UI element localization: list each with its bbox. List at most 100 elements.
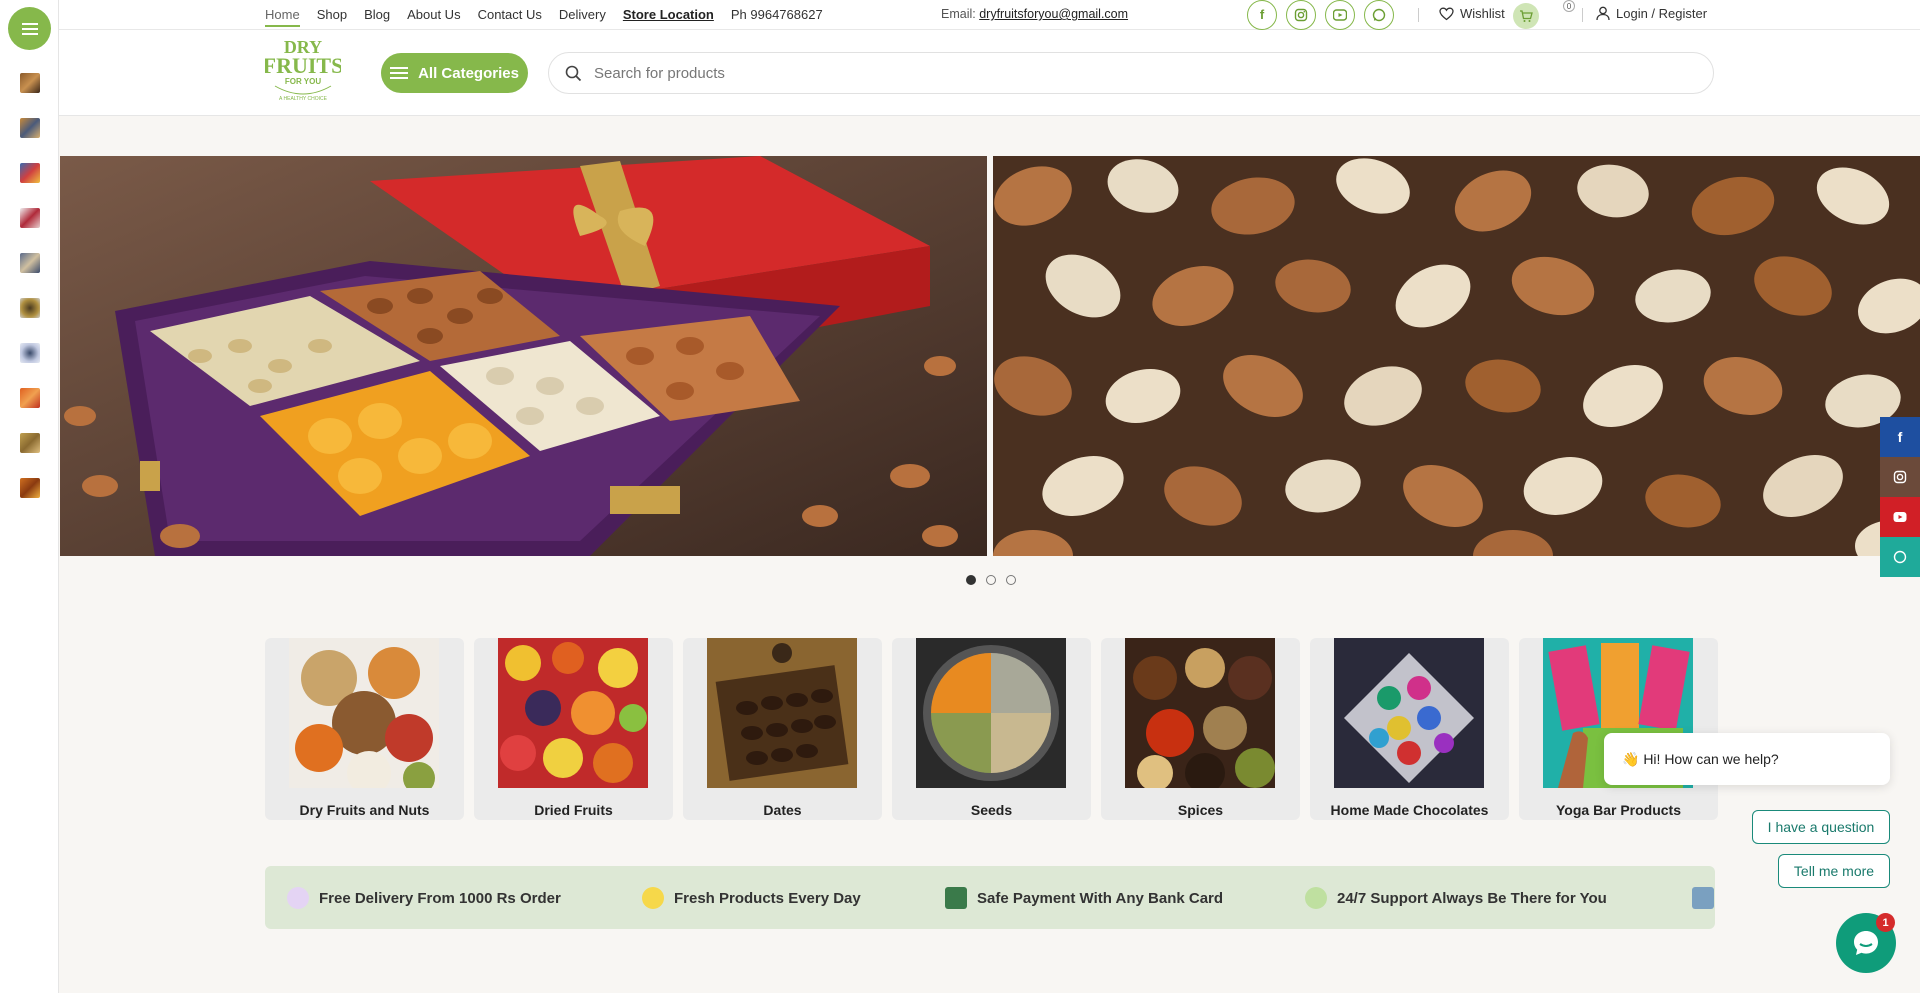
sidebar-thumb-10[interactable]: [20, 478, 40, 498]
feature-label: Free Delivery From 1000 Rs Order: [319, 889, 561, 907]
category-card-dates[interactable]: Dates: [683, 638, 882, 820]
category-image: [916, 638, 1066, 788]
category-label: Dates: [763, 802, 802, 818]
login-register-link[interactable]: Login / Register: [1596, 6, 1707, 21]
site-logo[interactable]: DRY FRUITS FOR YOU A HEALTHY CHOICE: [263, 34, 344, 114]
all-categories-label: All Categories: [418, 64, 519, 82]
facebook-icon[interactable]: f: [1247, 0, 1277, 30]
wishlist-label: Wishlist: [1460, 6, 1505, 21]
feature-label: Fresh Products Every Day: [674, 889, 861, 907]
cart-icon[interactable]: [1513, 3, 1539, 29]
category-image: [707, 638, 857, 788]
feature-safe-payment: Safe Payment With Any Bank Card: [945, 887, 1223, 909]
nav-store-location[interactable]: Store Location: [623, 0, 714, 29]
hero-slide-gift-box[interactable]: [60, 156, 987, 556]
top-bar: Home Shop Blog About Us Contact Us Deliv…: [59, 0, 1920, 30]
wishlist-link[interactable]: Wishlist: [1439, 6, 1505, 21]
features-strip: Free Delivery From 1000 Rs Order Fresh P…: [265, 866, 1715, 929]
login-label: Login / Register: [1616, 6, 1708, 21]
float-youtube-icon[interactable]: [1880, 497, 1920, 537]
logo-text-fruits: FRUITS: [265, 53, 341, 78]
nav-about-us[interactable]: About Us: [407, 0, 460, 29]
nav-contact-us[interactable]: Contact Us: [478, 0, 542, 29]
social-links: f: [1247, 0, 1394, 30]
search-icon: [565, 65, 582, 81]
phone-number: Ph 9964768627: [730, 7, 823, 22]
category-card-seeds[interactable]: Seeds: [892, 638, 1091, 820]
category-image: [498, 638, 648, 788]
email-link[interactable]: dryfruitsforyou@gmail.com: [979, 7, 1128, 21]
chat-notification-badge: 1: [1876, 913, 1895, 932]
sidebar-thumb-8[interactable]: [20, 388, 40, 408]
youtube-icon[interactable]: [1325, 0, 1355, 30]
email-label: Email:: [941, 7, 980, 21]
nav-blog[interactable]: Blog: [364, 0, 390, 29]
category-card-yoga-bar-products[interactable]: Yoga Bar Products: [1519, 638, 1718, 820]
heart-icon: [1439, 7, 1454, 20]
slider-dot-2[interactable]: [986, 575, 996, 585]
all-categories-button[interactable]: All Categories: [381, 53, 528, 93]
email-contact: Email: dryfruitsforyou@gmail.com: [941, 7, 1128, 21]
category-list: Dry Fruits and Nuts Dried Fruits Dates S…: [265, 638, 1718, 820]
user-icon: [1596, 6, 1610, 21]
logo-text-for-you: FOR YOU: [285, 77, 322, 86]
feature-support: 24/7 Support Always Be There for You: [1305, 887, 1607, 909]
feature-partial: [1692, 887, 1714, 909]
category-image: [289, 638, 439, 788]
category-card-dry-fruits-and-nuts[interactable]: Dry Fruits and Nuts: [265, 638, 464, 820]
nav-shop[interactable]: Shop: [317, 0, 347, 29]
category-label: Yoga Bar Products: [1556, 802, 1681, 818]
whatsapp-icon[interactable]: [1364, 0, 1394, 30]
search-input[interactable]: [594, 64, 1594, 82]
category-image: [1125, 638, 1275, 788]
chat-greeting-bubble: 👋 Hi! How can we help?: [1604, 733, 1890, 785]
float-whatsapp-icon[interactable]: [1880, 537, 1920, 577]
sidebar-thumb-7[interactable]: [20, 343, 40, 363]
hero-slide-mixed-nuts[interactable]: [993, 156, 1920, 556]
divider: [1582, 8, 1583, 22]
category-card-spices[interactable]: Spices: [1101, 638, 1300, 820]
support-icon: [1305, 887, 1327, 909]
feature-free-delivery: Free Delivery From 1000 Rs Order: [287, 887, 561, 909]
float-instagram-icon[interactable]: [1880, 457, 1920, 497]
slider-dot-3[interactable]: [1006, 575, 1016, 585]
slider-dot-1[interactable]: [966, 575, 976, 585]
sidebar-thumb-5[interactable]: [20, 253, 40, 273]
hamburger-icon: [21, 22, 38, 35]
site-header: DRY FRUITS FOR YOU A HEALTHY CHOICE All …: [59, 30, 1920, 116]
category-label: Dried Fruits: [534, 802, 613, 818]
feature-fresh-products: Fresh Products Every Day: [642, 887, 861, 909]
cart-count-badge: 0: [1563, 0, 1575, 12]
top-navigation: Home Shop Blog About Us Contact Us Deliv…: [265, 0, 823, 29]
chat-option-tell-more[interactable]: Tell me more: [1778, 854, 1890, 888]
sidebar-thumb-1[interactable]: [20, 73, 40, 93]
search-bar: [548, 52, 1714, 94]
list-icon: [390, 66, 409, 80]
delivery-icon: [287, 887, 309, 909]
category-card-home-made-chocolates[interactable]: Home Made Chocolates: [1310, 638, 1509, 820]
slider-dots: [966, 575, 1016, 585]
chat-icon: [1854, 931, 1878, 955]
nav-delivery[interactable]: Delivery: [559, 0, 606, 29]
instagram-icon[interactable]: [1286, 0, 1316, 30]
sidebar-thumb-2[interactable]: [20, 118, 40, 138]
category-label: Home Made Chocolates: [1330, 802, 1489, 818]
category-image: [1334, 638, 1484, 788]
sidebar-thumb-4[interactable]: [20, 208, 40, 228]
feature-label: Safe Payment With Any Bank Card: [977, 889, 1224, 907]
card-icon: [945, 887, 967, 909]
float-facebook-icon[interactable]: f: [1880, 417, 1920, 457]
nav-home[interactable]: Home: [265, 0, 300, 29]
divider: [1418, 8, 1419, 22]
chat-option-question[interactable]: I have a question: [1752, 810, 1890, 844]
category-label: Dry Fruits and Nuts: [299, 802, 430, 818]
category-card-dried-fruits[interactable]: Dried Fruits: [474, 638, 673, 820]
sidebar-thumb-6[interactable]: [20, 298, 40, 318]
fresh-icon: [642, 887, 664, 909]
category-label: Seeds: [970, 802, 1013, 818]
left-sidebar: [0, 0, 59, 993]
sidebar-thumb-3[interactable]: [20, 163, 40, 183]
calendar-icon: [1692, 887, 1714, 909]
menu-toggle-button[interactable]: [8, 7, 51, 50]
sidebar-thumb-9[interactable]: [20, 433, 40, 453]
